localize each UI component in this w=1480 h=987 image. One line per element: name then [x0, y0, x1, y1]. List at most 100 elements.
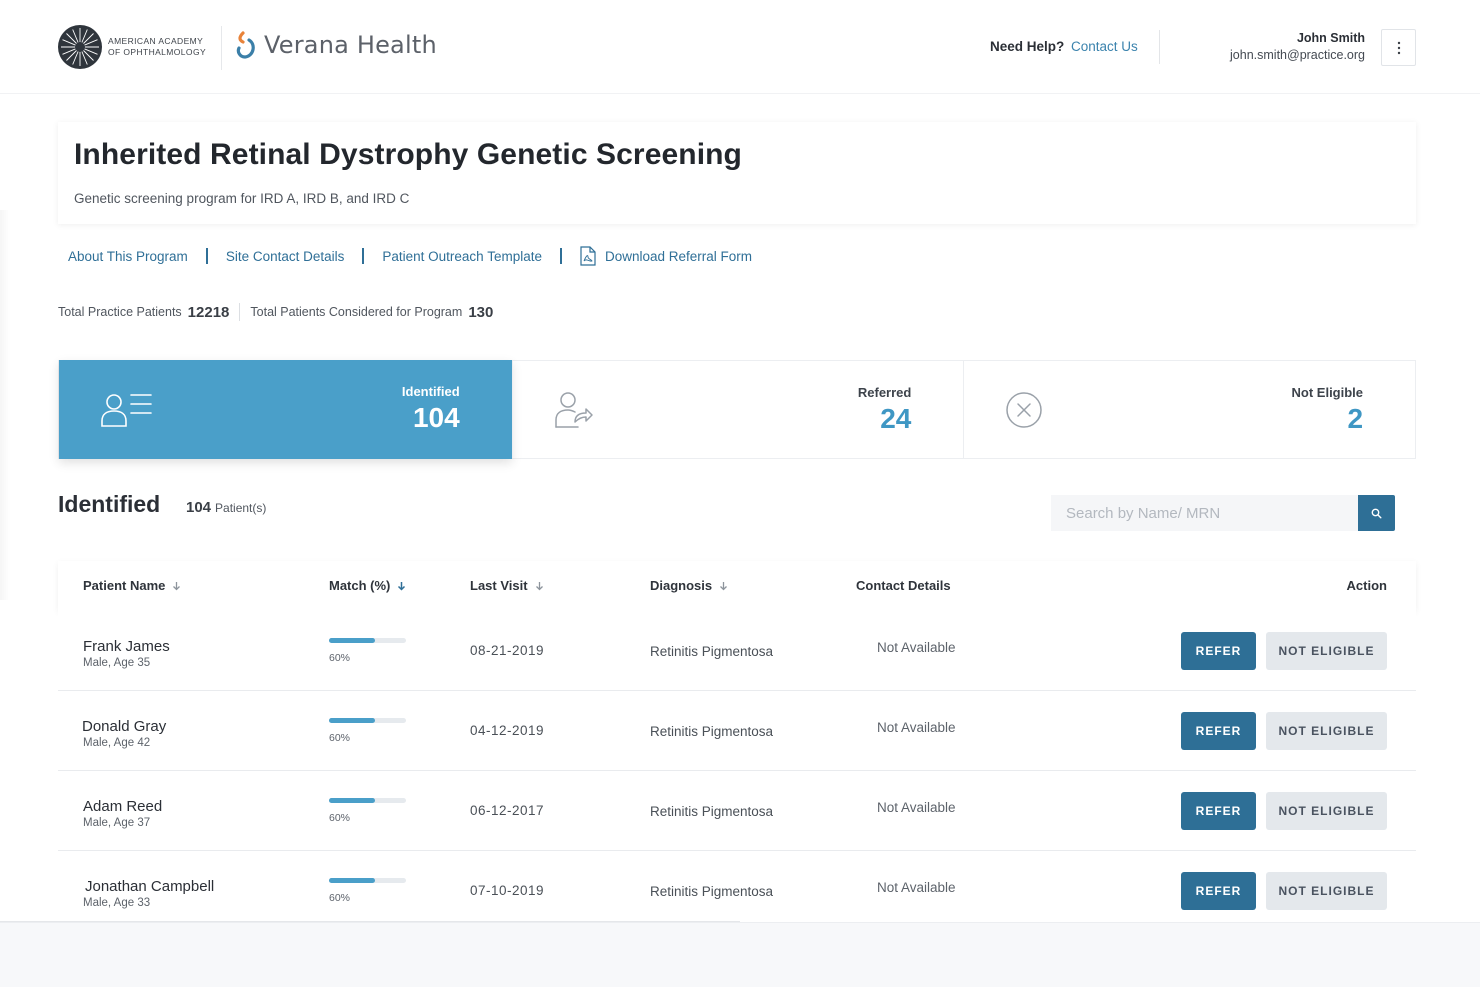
identified-label: Identified [401, 384, 460, 399]
patient-meta: Male, Age 42 [83, 737, 151, 749]
sort-arrow-icon [535, 581, 543, 590]
not-eligible-label: Not Eligible [1291, 385, 1364, 400]
col-patient-name-label: Patient Name [83, 578, 166, 593]
diagnosis: Retinitis Pigmentosa [650, 804, 774, 819]
verana-wordmark: Verana Health [264, 31, 437, 59]
more-options-button[interactable] [1381, 29, 1416, 66]
col-match-label: Match (%) [329, 578, 391, 593]
diagnosis: Retinitis Pigmentosa [650, 644, 774, 659]
status-cards: Identified 104 Referred 24 Not Eligible … [58, 360, 1416, 459]
program-links: About This Program Site Contact Details … [68, 246, 752, 266]
outreach-template-link[interactable]: Patient Outreach Template [382, 249, 542, 264]
totals-divider [239, 303, 241, 321]
contact-us-link[interactable]: Contact Us [1071, 39, 1138, 54]
verana-mark-icon [236, 31, 255, 59]
link-separator [205, 248, 208, 264]
col-last-visit[interactable]: Last Visit [470, 578, 544, 593]
patient-name[interactable]: Jonathan Campbell [85, 878, 214, 895]
header-divider [1159, 30, 1160, 64]
col-match[interactable]: Match (%) [329, 578, 406, 593]
left-edge-shadow [0, 210, 10, 600]
aao-line-2: OF OPHTHALMOLOGY [108, 47, 207, 57]
col-action-label: Action [1346, 578, 1387, 593]
match-bar-fill [329, 798, 376, 803]
not-eligible-button[interactable]: NOT ELIGIBLE [1266, 632, 1387, 670]
total-practice-value: 12218 [187, 303, 230, 321]
download-referral-link[interactable]: Download Referral Form [605, 249, 752, 264]
search-button[interactable] [1358, 495, 1395, 531]
search-input[interactable] [1051, 495, 1358, 531]
referred-card[interactable]: Referred 24 [511, 361, 964, 458]
site-contact-link[interactable]: Site Contact Details [226, 249, 345, 264]
not-eligible-button[interactable]: NOT ELIGIBLE [1266, 712, 1387, 750]
contact-details: Not Available [877, 720, 956, 735]
section-count: 104 Patient(s) [186, 499, 266, 516]
not-eligible-button[interactable]: NOT ELIGIBLE [1266, 872, 1387, 910]
aao-line-1: AMERICAN ACADEMY [108, 36, 204, 46]
table-row: Frank James Male, Age 35 60% 08-21-2019 … [58, 611, 1416, 691]
about-program-link[interactable]: About This Program [68, 249, 188, 264]
patients-table: Patient Name Match (%) Last Visit Diagno… [58, 561, 1416, 922]
match-bar [329, 638, 406, 643]
kebab-menu-icon [1397, 41, 1400, 54]
match-bar [329, 718, 406, 723]
col-diagnosis[interactable]: Diagnosis [650, 578, 728, 593]
col-action: Action [1347, 578, 1387, 593]
close-circle-icon [1006, 392, 1043, 428]
pdf-file-icon [580, 246, 596, 266]
table-header: Patient Name Match (%) Last Visit Diagno… [58, 561, 1416, 611]
refer-button[interactable]: REFER [1181, 632, 1256, 670]
patient-name[interactable]: Donald Gray [82, 718, 166, 735]
program-card: Inherited Retinal Dystrophy Genetic Scre… [58, 122, 1416, 224]
sort-arrow-icon [173, 581, 181, 590]
link-separator [559, 248, 562, 264]
last-visit: 07-10-2019 [470, 883, 545, 898]
col-patient-name[interactable]: Patient Name [83, 578, 181, 593]
aao-wordmark: AMERICAN ACADEMY OF OPHTHALMOLOGY [108, 36, 206, 58]
match-bar [329, 878, 406, 883]
patient-meta: Male, Age 37 [83, 817, 151, 829]
person-share-icon [554, 392, 593, 428]
patient-name[interactable]: Frank James [83, 638, 170, 655]
total-considered-label: Total Patients Considered for Program [250, 305, 463, 319]
last-visit: 08-21-2019 [470, 643, 545, 658]
logo-divider [221, 26, 222, 70]
match-percent: 60% [329, 732, 351, 744]
match-bar [329, 798, 406, 803]
top-header: AMERICAN ACADEMY OF OPHTHALMOLOGY Verana… [0, 0, 1480, 94]
page-title: Inherited Retinal Dystrophy Genetic Scre… [74, 138, 742, 171]
referred-label: Referred [857, 385, 912, 400]
match-percent: 60% [329, 652, 351, 664]
col-last-visit-label: Last Visit [470, 578, 528, 593]
user-email: john.smith@practice.org [1230, 48, 1365, 62]
contact-details: Not Available [877, 640, 956, 655]
col-contact: Contact Details [856, 578, 951, 593]
not-eligible-count: 2 [1347, 403, 1364, 434]
patient-meta: Male, Age 33 [83, 897, 151, 909]
patient-name[interactable]: Adam Reed [83, 798, 162, 815]
table-row: Adam Reed Male, Age 37 60% 06-12-2017 Re… [58, 771, 1416, 851]
sort-arrow-icon [398, 581, 406, 591]
refer-button[interactable]: REFER [1181, 792, 1256, 830]
total-considered-value: 130 [468, 303, 494, 321]
link-separator [362, 248, 365, 264]
program-totals: Total Practice Patients 12218 Total Pati… [58, 303, 493, 321]
match-percent: 60% [329, 812, 351, 824]
patient-meta: Male, Age 35 [83, 657, 151, 669]
not-eligible-button[interactable]: NOT ELIGIBLE [1266, 792, 1387, 830]
match-percent: 60% [329, 892, 351, 904]
diagnosis: Retinitis Pigmentosa [650, 724, 774, 739]
not-eligible-card[interactable]: Not Eligible 2 [963, 361, 1415, 458]
aao-logo: AMERICAN ACADEMY OF OPHTHALMOLOGY [57, 24, 206, 70]
match-bar-fill [329, 638, 376, 643]
refer-button[interactable]: REFER [1181, 872, 1256, 910]
person-list-icon [101, 394, 152, 427]
referred-count: 24 [880, 403, 912, 434]
identified-card[interactable]: Identified 104 [59, 360, 512, 459]
table-row: Donald Gray Male, Age 42 60% 04-12-2019 … [58, 691, 1416, 771]
identified-count: 104 [412, 402, 460, 433]
refer-button[interactable]: REFER [1181, 712, 1256, 750]
search-icon [1371, 508, 1382, 519]
table-row: Jonathan Campbell Male, Age 33 60% 07-10… [58, 851, 1416, 922]
sort-arrow-icon [720, 581, 728, 590]
